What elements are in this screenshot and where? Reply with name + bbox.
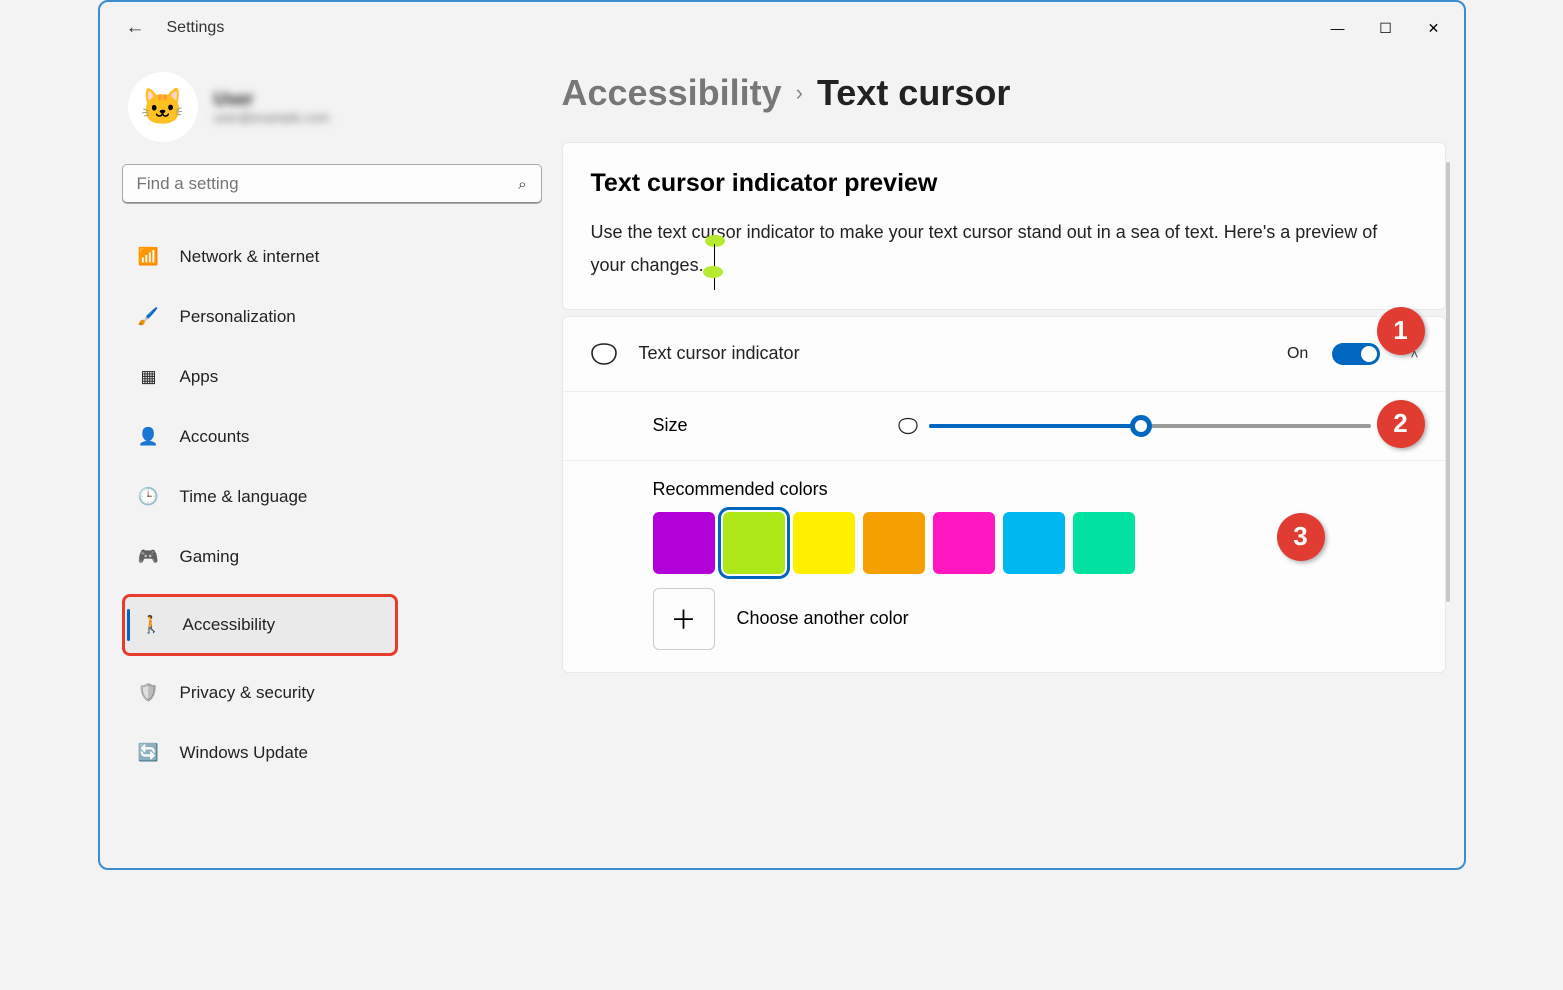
choose-color-button[interactable]: ＋ bbox=[653, 588, 715, 650]
sidebar-item-label: Privacy & security bbox=[180, 683, 315, 703]
maximize-button[interactable]: ☐ bbox=[1362, 8, 1410, 48]
settings-window: ← Settings — ☐ ✕ 🐱 User user@example.com… bbox=[98, 0, 1466, 870]
annotation-badge-2: 2 bbox=[1377, 400, 1425, 448]
avatar: 🐱 bbox=[128, 72, 198, 142]
color-swatch-2[interactable] bbox=[793, 512, 855, 574]
profile-name: User bbox=[214, 89, 330, 110]
color-swatch-0[interactable] bbox=[653, 512, 715, 574]
main-content: Accessibility › Text cursor Text cursor … bbox=[562, 72, 1452, 868]
scrollbar[interactable] bbox=[1446, 162, 1450, 602]
annotation-badge-1: 1 bbox=[1377, 307, 1425, 355]
annotation-badge-3: 3 bbox=[1277, 513, 1325, 561]
color-swatch-3[interactable] bbox=[863, 512, 925, 574]
sidebar-item-label: Network & internet bbox=[180, 247, 320, 267]
game-icon: 🎮 bbox=[138, 546, 160, 568]
app-title: Settings bbox=[167, 19, 225, 37]
sidebar-item-privacy[interactable]: 🛡️ Privacy & security bbox=[122, 670, 542, 716]
sidebar-item-label: Windows Update bbox=[180, 743, 309, 763]
wifi-icon: 📶 bbox=[138, 246, 160, 268]
color-swatch-5[interactable] bbox=[1003, 512, 1065, 574]
sidebar-item-personalization[interactable]: 🖌️ Personalization bbox=[122, 294, 542, 340]
breadcrumb-parent[interactable]: Accessibility bbox=[562, 72, 782, 114]
profile[interactable]: 🐱 User user@example.com bbox=[122, 72, 542, 142]
preview-text: Use the text cursor indicator to make yo… bbox=[591, 216, 1417, 283]
colors-section: Recommended colors ＋ Choose another colo… bbox=[563, 460, 1445, 672]
sidebar-item-label: Personalization bbox=[180, 307, 296, 327]
clock-icon: 🕒 bbox=[138, 486, 160, 508]
sidebar-item-update[interactable]: 🔄 Windows Update bbox=[122, 730, 542, 776]
size-slider[interactable] bbox=[929, 424, 1371, 428]
apps-icon: ▦ bbox=[138, 366, 160, 388]
size-row: Size 2 bbox=[563, 391, 1445, 460]
back-button[interactable]: ← bbox=[126, 17, 145, 39]
colors-title: Recommended colors bbox=[653, 479, 1419, 500]
sidebar-item-label: Time & language bbox=[180, 487, 308, 507]
sidebar-item-accounts[interactable]: 👤 Accounts bbox=[122, 414, 542, 460]
preview-card: Text cursor indicator preview Use the te… bbox=[562, 142, 1446, 310]
indicator-row[interactable]: Text cursor indicator On ˄ 1 bbox=[563, 317, 1445, 391]
color-swatch-4[interactable] bbox=[933, 512, 995, 574]
sidebar-item-label: Accounts bbox=[180, 427, 250, 447]
settings-card: Text cursor indicator On ˄ 1 Size bbox=[562, 316, 1446, 673]
accessibility-icon: 🚶 bbox=[141, 614, 163, 636]
profile-email: user@example.com bbox=[214, 110, 330, 125]
slider-thumb[interactable] bbox=[1130, 415, 1152, 437]
titlebar: ← Settings — ☐ ✕ bbox=[100, 2, 1464, 54]
chevron-right-icon: › bbox=[796, 80, 803, 106]
search-box[interactable]: ⌕ bbox=[122, 164, 542, 204]
color-swatch-1[interactable] bbox=[723, 512, 785, 574]
person-icon: 👤 bbox=[138, 426, 160, 448]
preview-title: Text cursor indicator preview bbox=[591, 169, 1417, 198]
shield-icon: 🛡️ bbox=[138, 682, 160, 704]
sidebar-item-label: Apps bbox=[180, 367, 219, 387]
close-button[interactable]: ✕ bbox=[1410, 8, 1458, 48]
search-input[interactable] bbox=[137, 174, 519, 194]
sidebar-item-network[interactable]: 📶 Network & internet bbox=[122, 234, 542, 280]
sidebar-item-label: Accessibility bbox=[183, 615, 276, 635]
indicator-label: Text cursor indicator bbox=[639, 343, 1267, 364]
drop-icon bbox=[589, 339, 619, 369]
color-swatch-6[interactable] bbox=[1073, 512, 1135, 574]
sidebar-item-apps[interactable]: ▦ Apps bbox=[122, 354, 542, 400]
brush-icon: 🖌️ bbox=[138, 306, 160, 328]
size-label: Size bbox=[653, 415, 877, 436]
search-icon: ⌕ bbox=[518, 176, 526, 193]
minimize-button[interactable]: — bbox=[1314, 8, 1362, 48]
toggle-state: On bbox=[1287, 345, 1308, 363]
sidebar: 🐱 User user@example.com ⌕ 📶 Network & in… bbox=[122, 72, 542, 868]
sidebar-item-gaming[interactable]: 🎮 Gaming bbox=[122, 534, 542, 580]
choose-color-label: Choose another color bbox=[737, 608, 909, 629]
breadcrumb: Accessibility › Text cursor bbox=[562, 72, 1446, 114]
indicator-toggle[interactable] bbox=[1332, 343, 1380, 365]
sidebar-item-time[interactable]: 🕒 Time & language bbox=[122, 474, 542, 520]
page-title: Text cursor bbox=[817, 72, 1010, 114]
size-min-icon bbox=[897, 417, 919, 435]
sidebar-item-accessibility[interactable]: 🚶 Accessibility bbox=[122, 594, 398, 656]
sidebar-item-label: Gaming bbox=[180, 547, 240, 567]
update-icon: 🔄 bbox=[138, 742, 160, 764]
